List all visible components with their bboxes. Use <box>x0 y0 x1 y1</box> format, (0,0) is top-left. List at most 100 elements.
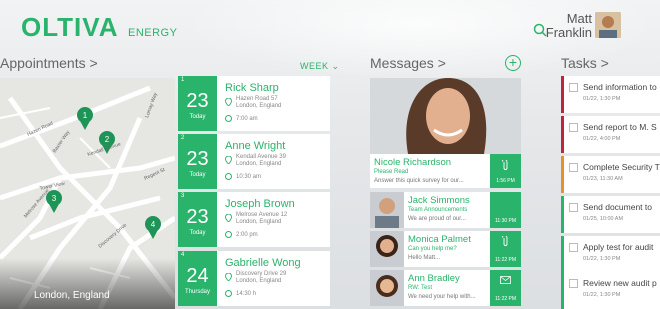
location-pin-icon <box>225 273 232 281</box>
message-sender: Monica Palmet <box>408 234 471 245</box>
appointment-name: Rick Sharp <box>225 82 279 94</box>
task-priority-bar <box>561 76 564 113</box>
appointment-time: 14:30 h <box>236 291 257 297</box>
featured-contact-photo[interactable] <box>370 78 521 154</box>
task-item[interactable]: Send document to 01/25, 10:00 AM <box>561 196 660 233</box>
attachment-icon <box>502 160 508 170</box>
appointment-card[interactable]: 3 23 Today Joseph Brown Melrose Avenue 1… <box>178 192 330 247</box>
task-checkbox[interactable] <box>569 163 578 172</box>
appointment-name: Joseph Brown <box>225 198 295 210</box>
attachment-icon <box>502 236 508 246</box>
message-time: 11:22 PM <box>494 296 517 302</box>
message-item[interactable]: Ann Bradley RW: Test We need your help w… <box>370 270 521 306</box>
appointment-address: Hazen Road 57 London, England <box>236 96 282 109</box>
task-title: Review new audit p <box>583 278 657 288</box>
appointment-index: 4 <box>181 252 185 258</box>
appointment-dayname: Today <box>189 172 206 178</box>
task-date: 01/25, 10:00 AM <box>583 216 624 222</box>
appointment-time: 10:30 am <box>236 174 262 180</box>
appointment-name: Gabrielle Wong <box>225 257 301 269</box>
user-first-name: Matt <box>566 11 592 26</box>
task-priority-bar <box>561 236 564 273</box>
location-pin-icon <box>225 214 232 222</box>
task-checkbox[interactable] <box>569 279 578 288</box>
map-pin-1[interactable]: 1 <box>83 111 88 120</box>
task-date: 01/22, 1:30 PM <box>583 96 621 102</box>
task-checkbox[interactable] <box>569 123 578 132</box>
user-name[interactable]: Matt Franklin <box>546 11 592 40</box>
message-subject: RW: Test <box>408 285 433 291</box>
task-item[interactable]: Apply test for audit 01/22, 1:30 PM <box>561 236 660 273</box>
task-item[interactable]: Send report to M. S 01/22, 4:00 PM <box>561 116 660 153</box>
task-item[interactable]: Send information to 01/22, 1:30 PM <box>561 76 660 113</box>
appointment-card[interactable]: 4 24 Thursday Gabrielle Wong Discovery D… <box>178 251 330 306</box>
task-date: 01/22, 1:30 PM <box>583 256 621 262</box>
appointment-address: Kendall Avenue 39 London, England <box>236 154 286 167</box>
message-preview: We need your help with... <box>408 294 476 300</box>
message-sender: Ann Bradley <box>408 273 460 284</box>
task-priority-bar <box>561 196 564 233</box>
appointment-day: 24 <box>186 265 209 287</box>
appointment-dayname: Thursday <box>184 289 210 295</box>
appointment-index: 2 <box>181 135 185 141</box>
message-time-panel: 1:56 PM <box>490 154 521 188</box>
appointment-address: Discovery Drive 29 London, England <box>236 271 287 284</box>
plus-icon: + <box>508 54 518 70</box>
task-title: Send document to <box>583 202 652 212</box>
appointment-card[interactable]: 1 23 Today Rick Sharp Hazen Road 57 Londo… <box>178 76 330 131</box>
appointment-name: Anne Wright <box>225 140 286 152</box>
appointment-time: 7:00 am <box>236 116 258 122</box>
clock-icon <box>225 231 232 238</box>
map-pin-4[interactable]: 4 <box>151 220 156 229</box>
messages-header[interactable]: Messages > <box>370 55 446 71</box>
map-pin-2[interactable]: 2 <box>105 135 110 144</box>
message-item[interactable]: Monica Palmet Can you help me? Hello Mat… <box>370 231 521 267</box>
task-checkbox[interactable] <box>569 203 578 212</box>
appointment-day: 23 <box>186 148 209 170</box>
appointment-card[interactable]: 2 23 Today Anne Wright Kendall Avenue 39… <box>178 134 330 189</box>
task-priority-bar <box>561 116 564 153</box>
appointment-date: 3 23 Today <box>178 192 217 247</box>
avatar[interactable] <box>595 12 621 38</box>
message-subject: Please Read <box>374 169 409 175</box>
task-date: 01/22, 4:00 PM <box>583 136 621 142</box>
contact-photo <box>370 231 404 267</box>
task-checkbox[interactable] <box>569 243 578 252</box>
message-preview: Hello Matt... <box>408 255 441 261</box>
clock-icon <box>225 115 232 122</box>
appointment-day: 23 <box>186 206 209 228</box>
task-priority-bar <box>561 156 564 193</box>
task-title: Apply test for audit <box>583 242 654 252</box>
appointment-date: 1 23 Today <box>178 76 217 131</box>
message-time-panel: 11:22 PM <box>490 270 521 306</box>
week-selector[interactable]: WEEK ⌄ <box>300 61 340 72</box>
map[interactable]: 1 2 3 4 Hazen Road Kendall Avenue Tower … <box>0 78 175 309</box>
task-priority-bar <box>561 272 564 309</box>
message-time: 11:30 PM <box>494 218 517 224</box>
appointment-day: 23 <box>186 90 209 112</box>
task-checkbox[interactable] <box>569 83 578 92</box>
contact-photo <box>370 270 404 306</box>
reply-icon <box>500 276 511 284</box>
add-message-button[interactable]: + <box>505 55 521 71</box>
appointment-time: 2:00 pm <box>236 232 258 238</box>
week-label: WEEK <box>300 61 329 71</box>
task-title: Complete Security T <box>583 162 660 172</box>
message-item[interactable]: Jack Simmons Team Announcements We are p… <box>370 192 521 228</box>
message-item[interactable]: Nicole Richardson Please Read Answer thi… <box>370 154 521 188</box>
appointment-index: 3 <box>181 193 185 199</box>
appointments-header[interactable]: Appointments > <box>0 55 98 71</box>
task-item[interactable]: Complete Security T 01/23, 11:30 AM <box>561 156 660 193</box>
task-date: 01/22, 1:30 PM <box>583 292 621 298</box>
task-date: 01/23, 11:30 AM <box>583 176 623 182</box>
map-pin-3[interactable]: 3 <box>52 194 57 203</box>
message-subject: Team Announcements <box>408 207 468 213</box>
top-bar: OLTIVA ENERGY Matt Franklin <box>0 0 660 52</box>
task-item[interactable]: Review new audit p 01/22, 1:30 PM <box>561 272 660 309</box>
message-time-panel: 11:30 PM <box>490 192 521 228</box>
message-subject: Can you help me? <box>408 246 457 252</box>
message-preview: We are proud of our... <box>408 216 466 222</box>
tasks-header[interactable]: Tasks > <box>561 55 609 71</box>
map-location-label: London, England <box>34 290 110 301</box>
message-time: 11:22 PM <box>494 257 517 263</box>
